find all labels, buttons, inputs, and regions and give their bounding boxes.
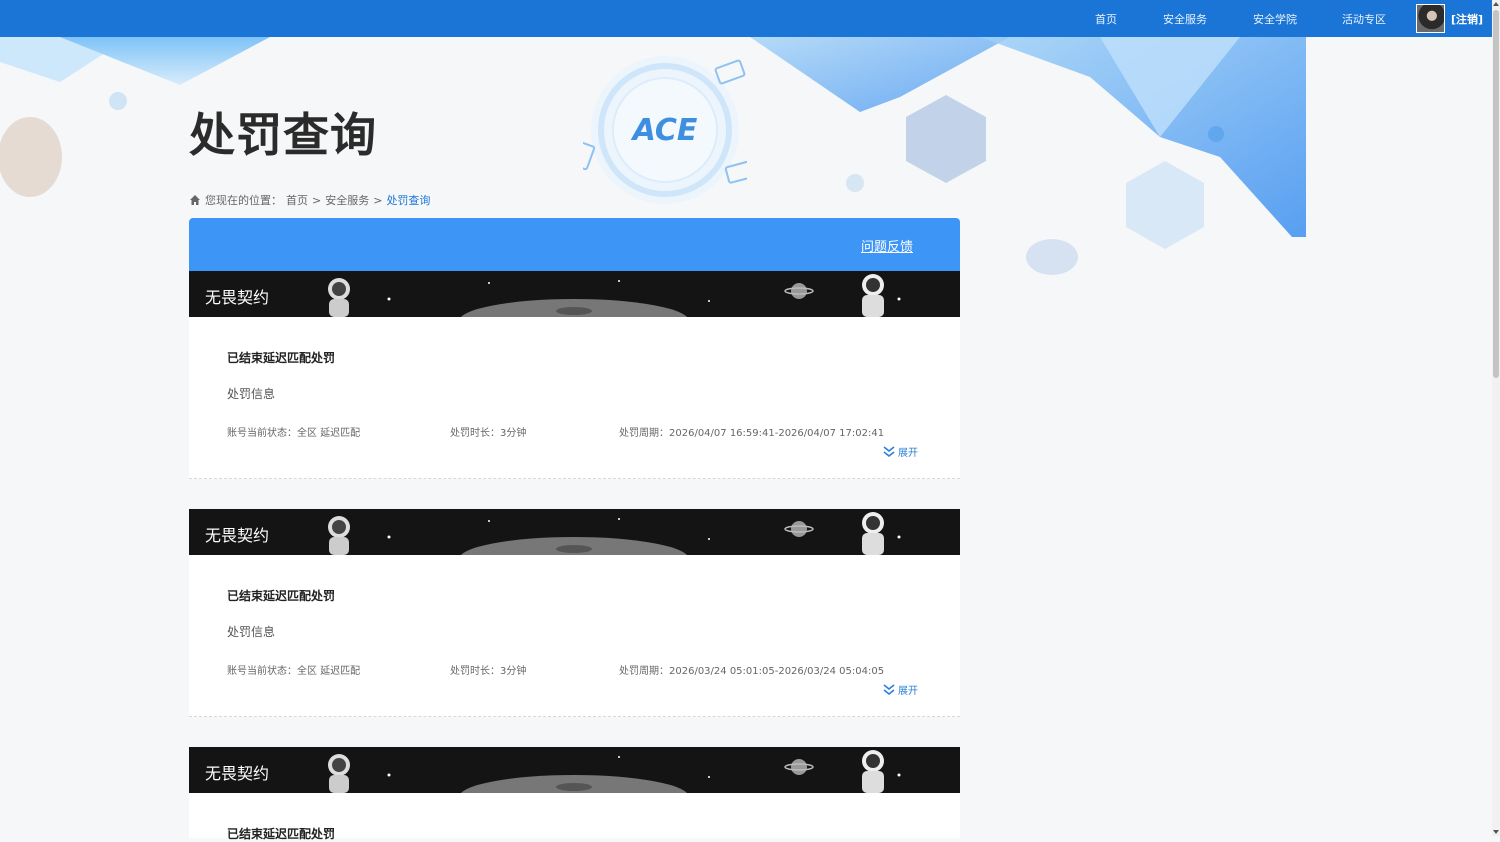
penalty-record: 无畏契约 已结束延迟匹配处罚 — [189, 747, 960, 841]
penalty-info-title: 处罚信息 — [227, 387, 276, 401]
breadcrumb-separator: > — [373, 193, 383, 207]
penalty-status-title: 已结束延迟匹配处罚 — [227, 589, 336, 603]
nav-link-security-academy[interactable]: 安全学院 — [1253, 11, 1297, 27]
logout-link[interactable]: [注销] — [1451, 11, 1483, 27]
penalty-record: 无畏契约 已结束延迟匹配处罚 处罚信息 账号当前状态：全区 延迟匹配 处罚时长：… — [189, 271, 960, 509]
user-avatar[interactable] — [1416, 4, 1445, 33]
scroll-down-arrow-icon[interactable] — [1493, 830, 1499, 834]
game-name: 无畏契约 — [205, 288, 270, 307]
expand-label: 展开 — [898, 448, 918, 459]
svg-text:ACE: ACE — [631, 113, 698, 148]
penalty-record: 无畏契约 已结束延迟匹配处罚 处罚信息 账号当前状态：全区 延迟匹配 处罚时长：… — [189, 509, 960, 747]
top-navigation: 首页 安全服务 安全学院 活动专区 [注销] — [0, 0, 1492, 37]
space-banner-art — [328, 750, 901, 793]
page-scrollbar[interactable] — [1492, 0, 1500, 836]
ace-logo: ACE — [572, 52, 756, 210]
breadcrumb-current: 处罚查询 — [386, 194, 431, 207]
game-banner: 无畏契约 — [189, 747, 960, 793]
expand-label: 展开 — [898, 686, 918, 697]
nav-link-events[interactable]: 活动专区 — [1342, 11, 1386, 27]
double-chevron-down-icon — [883, 445, 895, 457]
account-status: 账号当前状态：全区 延迟匹配 — [227, 428, 361, 439]
game-name: 无畏契约 — [205, 526, 270, 545]
breadcrumb-home[interactable]: 首页 — [286, 192, 308, 208]
penalty-period: 处罚周期：2026/04/07 16:59:41-2026/04/07 17:0… — [619, 428, 885, 439]
penalty-status-title: 已结束延迟匹配处罚 — [227, 351, 336, 365]
nav-link-security-service[interactable]: 安全服务 — [1163, 11, 1207, 27]
game-name: 无畏契约 — [205, 764, 270, 783]
breadcrumb-separator: > — [312, 193, 322, 207]
scrollbar-thumb[interactable] — [1493, 10, 1499, 378]
expand-button[interactable]: 展开 — [883, 444, 918, 459]
home-icon — [190, 195, 200, 205]
double-chevron-down-icon — [883, 683, 895, 695]
expand-button[interactable]: 展开 — [883, 682, 918, 697]
account-status: 账号当前状态：全区 延迟匹配 — [227, 666, 361, 677]
panel-header: 问题反馈 — [189, 218, 960, 271]
penalty-duration: 处罚时长：3分钟 — [450, 428, 527, 439]
space-banner-art — [328, 512, 901, 555]
page-title: 处罚查询 — [189, 108, 377, 162]
penalty-info-title: 处罚信息 — [227, 625, 276, 639]
scroll-up-arrow-icon[interactable] — [1493, 2, 1499, 6]
penalty-period: 处罚周期：2026/03/24 05:01:05-2026/03/24 05:0… — [619, 666, 885, 677]
game-banner: 无畏契约 — [189, 271, 960, 317]
breadcrumb-security-service[interactable]: 安全服务 — [325, 192, 369, 208]
breadcrumb-prefix: 您现在的位置： — [205, 194, 282, 207]
penalty-status-title: 已结束延迟匹配处罚 — [227, 827, 336, 841]
space-banner-art — [328, 274, 901, 317]
record-gap — [189, 479, 960, 509]
nav-link-home[interactable]: 首页 — [1095, 11, 1117, 27]
record-gap — [189, 717, 960, 747]
feedback-link[interactable]: 问题反馈 — [861, 236, 913, 255]
penalty-panel: 问题反馈 无畏契约 已结束延迟匹配处罚 处罚信息 账号当前状态：全区 延迟匹配 … — [189, 218, 960, 841]
breadcrumb: 您现在的位置： 首页 > 安全服务 > 处罚查询 — [189, 192, 430, 208]
penalty-duration: 处罚时长：3分钟 — [450, 666, 527, 677]
game-banner: 无畏契约 — [189, 509, 960, 555]
